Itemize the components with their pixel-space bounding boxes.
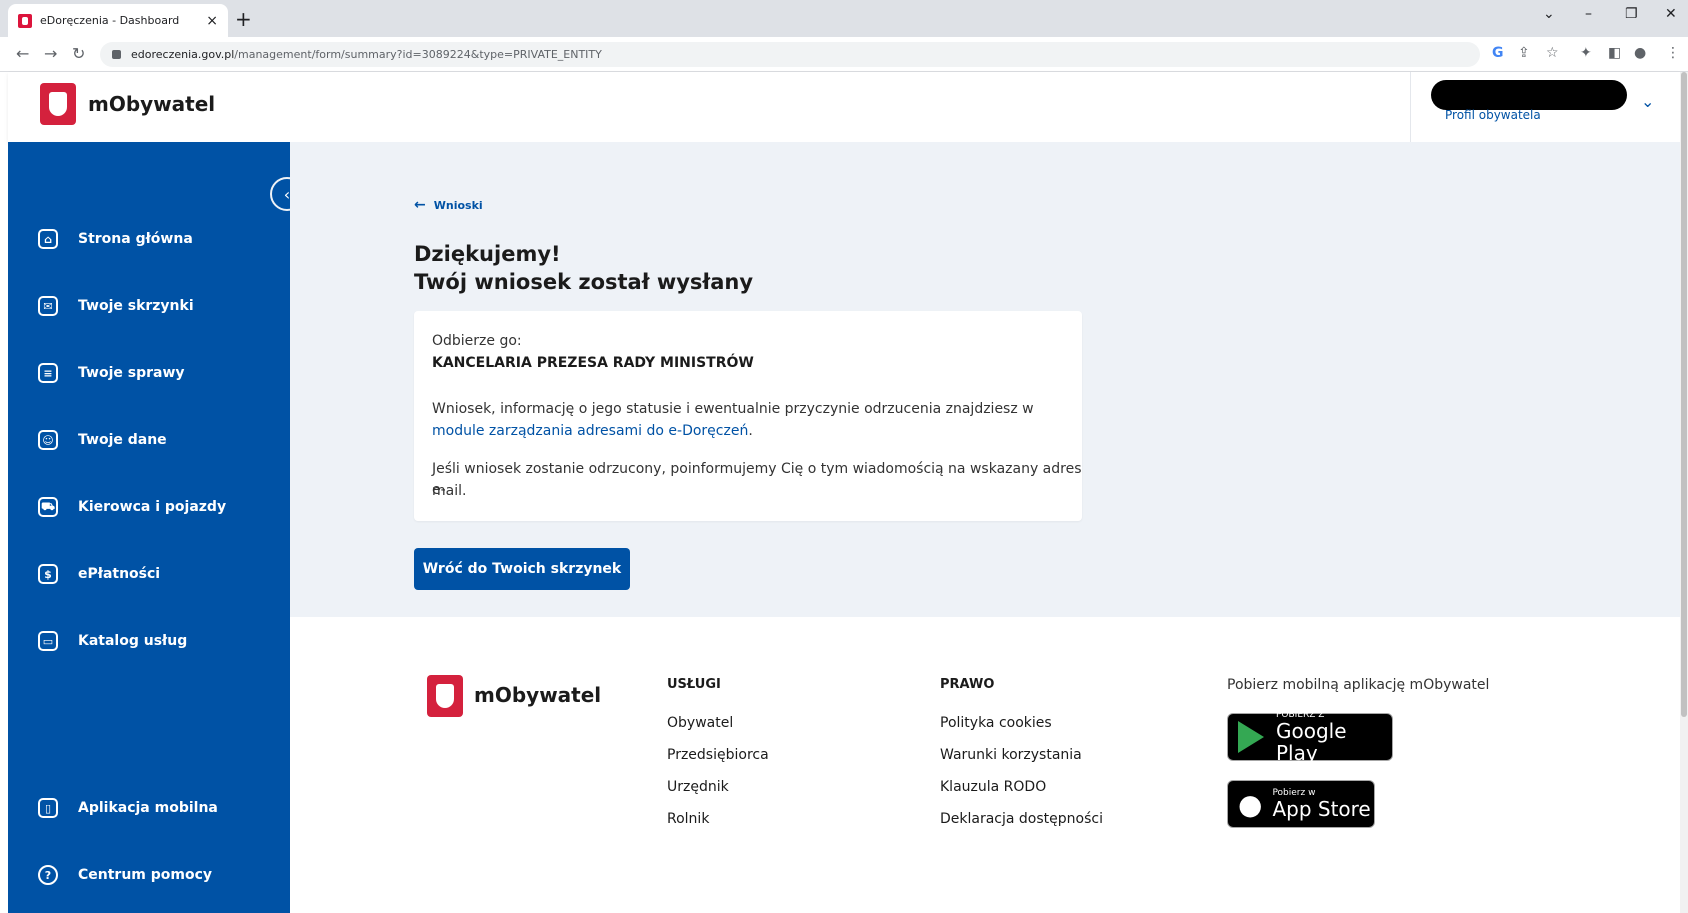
back-arrow-icon[interactable]: ←	[16, 44, 29, 63]
footer-link-rodo[interactable]: Klauzula RODO	[940, 779, 1046, 795]
page-scrollbar[interactable]	[1680, 72, 1688, 913]
tab-search-icon[interactable]: ⌄	[1543, 6, 1555, 22]
sidebar-item-label: Centrum pomocy	[78, 867, 213, 883]
footer-app-text: Pobierz mobilną aplikację mObywatel	[1227, 677, 1490, 693]
footer-link-citizen[interactable]: Obywatel	[667, 715, 733, 731]
close-window-icon[interactable]: ✕	[1665, 6, 1677, 22]
site-favicon-icon	[18, 13, 32, 28]
help-icon: ?	[38, 865, 58, 885]
footer	[290, 617, 1680, 913]
footer-link-farmer[interactable]: Rolnik	[667, 811, 709, 827]
recipient-label: Odbierze go:	[432, 333, 522, 349]
browser-tab[interactable]: eDoręczenia - Dashboard ×	[8, 4, 228, 37]
arrow-left-icon: ←	[414, 197, 426, 213]
footer-eagle-emblem-icon	[427, 675, 463, 717]
recipient-name: KANCELARIA PREZESA RADY MINISTRÓW	[432, 355, 754, 371]
folder-icon: ▭	[38, 631, 58, 651]
restore-icon[interactable]: ❐	[1625, 6, 1638, 22]
reject-text-line1: Jeśli wniosek zostanie odrzucony, poinfo…	[432, 461, 1082, 498]
scrollbar-thumb[interactable]	[1681, 72, 1687, 717]
sidebar-item-label: Katalog usług	[78, 633, 188, 649]
sidebar-item-home[interactable]: ⌂ Strona główna	[38, 229, 193, 249]
new-tab-icon[interactable]: +	[235, 7, 252, 31]
sidebar-item-help[interactable]: ? Centrum pomocy	[38, 865, 212, 885]
eagle-emblem-icon	[40, 83, 76, 125]
url-text: edoreczenia.gov.pl/management/form/summa…	[131, 48, 602, 61]
phone-icon: ▯	[38, 798, 58, 818]
app-store-big: App Store	[1272, 797, 1371, 821]
summary-card: Odbierze go: KANCELARIA PREZESA RADY MIN…	[414, 311, 1082, 521]
site-header: mObywatel Profil obywatela ⌄	[8, 72, 1680, 142]
info-link-line: module zarządzania adresami do e-Doręcze…	[432, 423, 753, 439]
sidebar-item-driver[interactable]: ⛟ Kierowca i pojazdy	[38, 497, 226, 517]
footer-services-title: USŁUGI	[667, 677, 721, 692]
sidebar-item-data[interactable]: ☺ Twoje dane	[38, 430, 167, 450]
footer-law-title: PRAWO	[940, 677, 995, 692]
footer-link-entrepreneur[interactable]: Przedsiębiorca	[667, 747, 769, 763]
menu-icon[interactable]: ⋮	[1666, 45, 1680, 61]
forward-arrow-icon[interactable]: →	[44, 44, 57, 63]
back-link[interactable]: ← Wnioski	[414, 197, 483, 213]
user-icon: ☺	[38, 430, 58, 450]
minimize-icon[interactable]: –	[1585, 6, 1592, 22]
sidebar-item-mobile-app[interactable]: ▯ Aplikacja mobilna	[38, 798, 218, 818]
brand-name[interactable]: mObywatel	[88, 92, 215, 116]
google-icon[interactable]: G	[1492, 45, 1504, 61]
browser-tab-bar: eDoręczenia - Dashboard × + ⌄ – ❐ ✕	[0, 0, 1688, 37]
address-bar: ← → ↻ edoreczenia.gov.pl/management/form…	[0, 37, 1688, 72]
extensions-icon[interactable]: ✦	[1580, 45, 1592, 61]
sidebar-item-label: Twoje dane	[78, 432, 167, 448]
info-text: Wniosek, informację o jego statusie i ew…	[432, 401, 1034, 417]
reject-text-line2: mail.	[432, 483, 467, 499]
sidebar-item-cases[interactable]: ≡ Twoje sprawy	[38, 363, 185, 383]
sidebar-item-label: Aplikacja mobilna	[78, 800, 218, 816]
footer-link-accessibility[interactable]: Deklaracja dostępności	[940, 811, 1103, 827]
back-to-mailboxes-button[interactable]: Wróć do Twoich skrzynek	[414, 548, 630, 590]
sidebar-item-label: Kierowca i pojazdy	[78, 499, 227, 515]
footer-link-official[interactable]: Urzędnik	[667, 779, 729, 795]
page-title: Dziękujemy! Twój wniosek został wysłany	[414, 240, 753, 296]
sidebar-item-label: Strona główna	[78, 231, 193, 247]
car-icon: ⛟	[38, 497, 58, 517]
back-link-label: Wnioski	[433, 198, 483, 212]
sidebar-item-payments[interactable]: $ ePłatności	[38, 564, 160, 584]
url-field[interactable]: edoreczenia.gov.pl/management/form/summa…	[100, 42, 1480, 67]
sidebar-item-label: Twoje skrzynki	[78, 298, 194, 314]
reload-icon[interactable]: ↻	[72, 44, 85, 63]
page-title-line2: Twój wniosek został wysłany	[414, 270, 754, 294]
redacted-user-name	[1431, 80, 1627, 110]
address-module-link[interactable]: module zarządzania adresami do e-Doręcze…	[432, 423, 748, 439]
chevron-down-icon[interactable]: ⌄	[1641, 92, 1654, 111]
sidebar-item-label: ePłatności	[78, 566, 161, 582]
tab-title: eDoręczenia - Dashboard	[40, 14, 180, 27]
footer-brand-name: mObywatel	[474, 683, 602, 707]
footer-link-terms[interactable]: Warunki korzystania	[940, 747, 1082, 763]
profile-icon[interactable]: ●	[1634, 45, 1646, 61]
wallet-icon: $	[38, 564, 58, 584]
sidebar-item-label: Twoje sprawy	[78, 365, 185, 381]
share-icon[interactable]: ⇪	[1518, 45, 1530, 61]
sidebar-item-mailboxes[interactable]: ✉ Twoje skrzynki	[38, 296, 194, 316]
app-store-badge[interactable]: ● Pobierz w App Store	[1227, 780, 1375, 828]
tab-close-icon[interactable]: ×	[206, 13, 218, 29]
profile-label[interactable]: Profil obywatela	[1445, 108, 1541, 122]
mail-icon: ✉	[38, 296, 58, 316]
sidepanel-icon[interactable]: ◧	[1608, 45, 1621, 61]
document-icon: ≡	[38, 363, 58, 383]
profile-menu[interactable]: Profil obywatela ⌄	[1410, 72, 1680, 142]
home-icon: ⌂	[38, 229, 58, 249]
google-play-icon	[1238, 721, 1264, 753]
page-title-line1: Dziękujemy!	[414, 242, 561, 266]
star-icon[interactable]: ☆	[1546, 45, 1559, 61]
google-play-badge[interactable]: POBIERZ Z Google Play	[1227, 710, 1393, 765]
sidebar-item-catalog[interactable]: ▭ Katalog usług	[38, 631, 187, 651]
footer-link-cookies[interactable]: Polityka cookies	[940, 715, 1052, 731]
google-play-big: Google Play	[1276, 719, 1347, 765]
apple-icon: ●	[1238, 787, 1263, 821]
lock-icon	[112, 50, 121, 59]
